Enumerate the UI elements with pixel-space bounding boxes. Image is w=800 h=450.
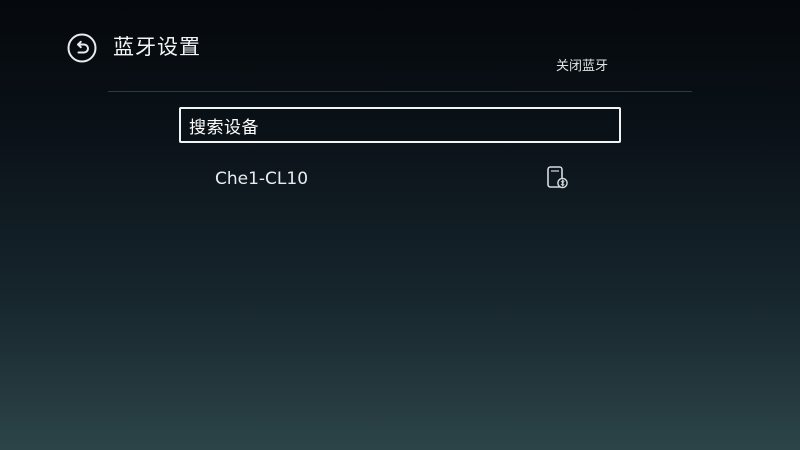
search-devices-label: 搜索设备 xyxy=(189,117,259,138)
phone-device-icon xyxy=(547,166,568,189)
device-name: Che1-CL10 xyxy=(215,169,309,189)
back-arrow-circle-icon xyxy=(67,33,97,63)
header-divider xyxy=(108,91,692,92)
back-button[interactable] xyxy=(66,32,98,64)
page-title: 蓝牙设置 xyxy=(113,35,201,59)
disable-bluetooth-button[interactable]: 关闭蓝牙 xyxy=(556,57,608,77)
device-list-item[interactable]: Che1-CL10 xyxy=(181,160,619,198)
search-devices-button[interactable]: 搜索设备 xyxy=(179,107,621,143)
